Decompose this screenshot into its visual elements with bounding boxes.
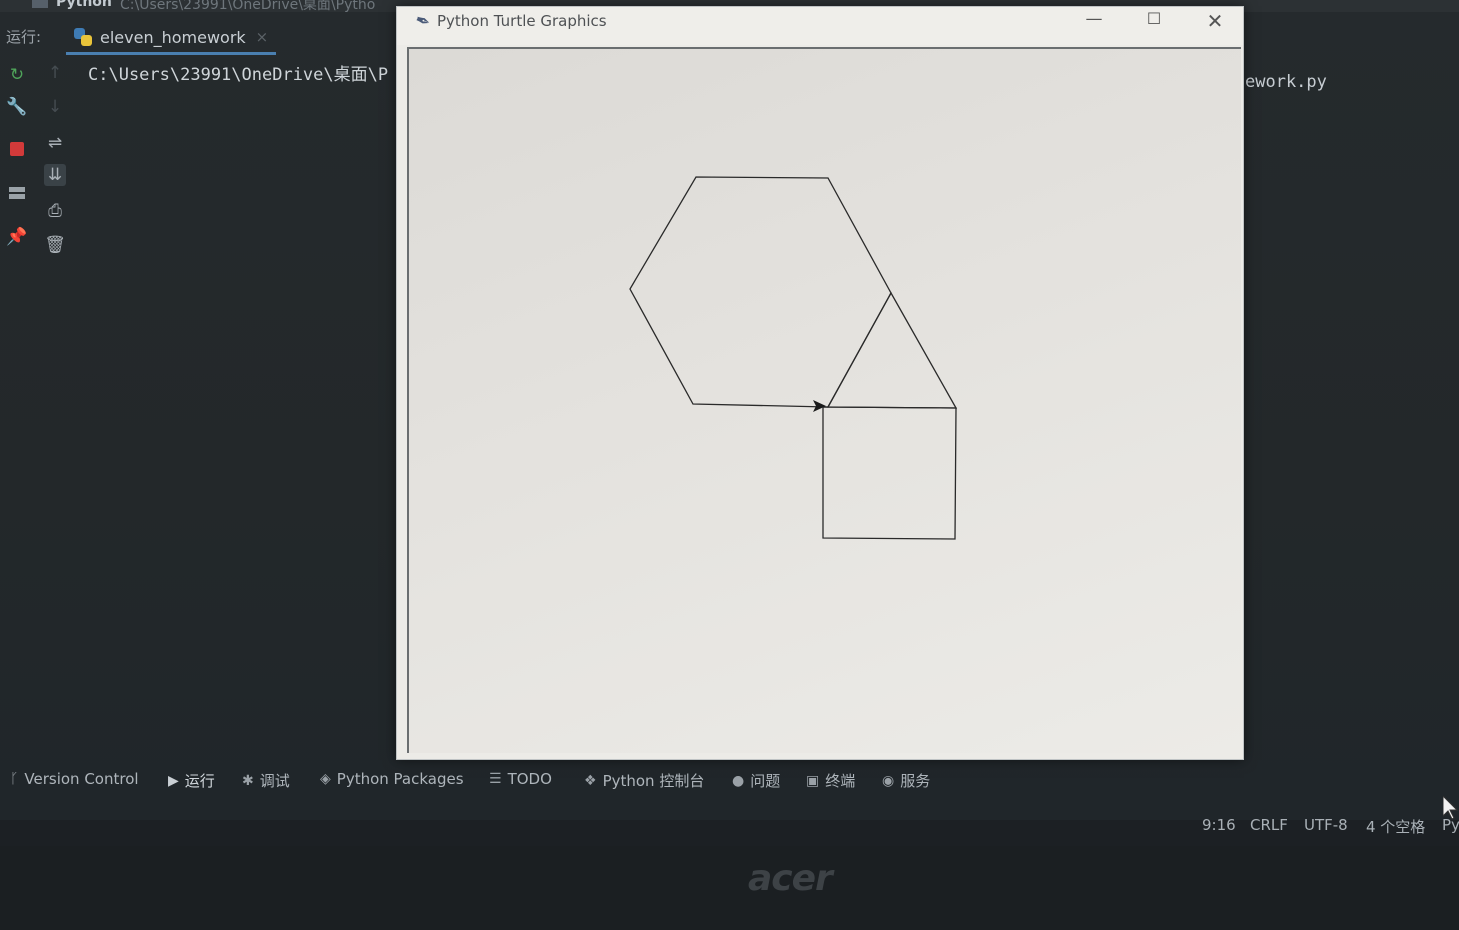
- branch-icon: ᚴ: [10, 771, 19, 787]
- tab-python-console-label: Python 控制台: [602, 772, 705, 790]
- window-icon: [32, 0, 48, 8]
- tab-debug-label: 调试: [259, 772, 290, 790]
- layout-icon[interactable]: [6, 182, 28, 204]
- tab-todo[interactable]: ☰ TODO: [489, 770, 552, 788]
- tab-run[interactable]: ▶ 运行: [168, 770, 215, 791]
- tab-problems[interactable]: ● 问题: [732, 770, 780, 791]
- tab-run-label: 运行: [184, 772, 215, 790]
- turtle-drawing: [629, 176, 958, 540]
- tab-todo-label: TODO: [507, 770, 552, 788]
- tab-python-console[interactable]: ❖ Python 控制台: [584, 770, 704, 791]
- file-encoding[interactable]: UTF-8: [1304, 816, 1348, 834]
- print-icon[interactable]: ⎙: [44, 200, 66, 222]
- run-panel-label: 运行:: [6, 28, 42, 46]
- run-tab-label: eleven_homework: [100, 27, 246, 47]
- python-console-icon: ❖: [584, 772, 597, 789]
- console-output-line: C:\Users\23991\OneDrive\桌面\P: [88, 65, 389, 85]
- down-arrow-icon[interactable]: ↓: [44, 96, 66, 118]
- trash-icon[interactable]: 🗑: [44, 234, 66, 256]
- turtle-window-title: Python Turtle Graphics: [437, 12, 607, 30]
- tab-services-label: 服务: [900, 772, 931, 790]
- soft-wrap-icon[interactable]: ⇌: [44, 132, 66, 154]
- caret-position[interactable]: 9:16: [1202, 816, 1236, 834]
- services-icon: ◉: [882, 772, 895, 789]
- ide-title-path: C:\Users\23991\OneDrive\桌面\Pytho: [120, 0, 376, 13]
- line-separator[interactable]: CRLF: [1250, 816, 1288, 834]
- feather-icon: ✒: [411, 9, 434, 34]
- run-toolbar-left: ↻ 🔧 📌: [0, 58, 34, 748]
- run-tab-eleven-homework[interactable]: eleven_homework ×: [66, 22, 277, 55]
- stop-icon[interactable]: [6, 138, 28, 160]
- tab-debug[interactable]: ✱ 调试: [242, 770, 290, 791]
- tool-window-bar: ᚴ Version Control ▶ 运行 ✱ 调试 ◈ Python Pac…: [0, 766, 1459, 806]
- turtle-cursor-arrow: [813, 400, 826, 412]
- tab-version-control-label: Version Control: [24, 770, 139, 788]
- terminal-icon: ▣: [806, 772, 820, 789]
- tab-python-packages-label: Python Packages: [336, 770, 464, 788]
- scroll-to-end-icon[interactable]: ⇊: [44, 164, 66, 186]
- indent-setting[interactable]: 4 个空格: [1366, 816, 1425, 837]
- turtle-window-titlebar[interactable]: ✒ Python Turtle Graphics — ☐ ✕: [397, 7, 1243, 45]
- tab-services[interactable]: ◉ 服务: [882, 770, 930, 791]
- laptop-bezel: acer: [0, 846, 1459, 930]
- run-icon: ▶: [168, 772, 179, 789]
- acer-logo: acer: [748, 858, 833, 899]
- hexagon-shape: [629, 176, 892, 408]
- turtle-graphics-window[interactable]: ✒ Python Turtle Graphics — ☐ ✕: [396, 6, 1244, 760]
- turtle-canvas[interactable]: [407, 47, 1241, 753]
- python-file-icon: [74, 28, 92, 46]
- minimize-button[interactable]: —: [1083, 9, 1105, 33]
- up-arrow-icon[interactable]: ↑: [44, 62, 66, 84]
- tab-version-control[interactable]: ᚴ Version Control: [10, 770, 139, 788]
- layers-icon: ◈: [320, 771, 331, 787]
- maximize-button[interactable]: ☐: [1143, 9, 1165, 33]
- wrench-icon[interactable]: 🔧: [6, 96, 28, 118]
- console-output-tail: ework.py: [1245, 72, 1327, 92]
- status-bar: 9:16 CRLF UTF-8 4 个空格 Py: [0, 806, 1459, 846]
- triangle-shape: [826, 291, 958, 409]
- tab-problems-label: 问题: [750, 772, 781, 790]
- tab-python-packages[interactable]: ◈ Python Packages: [320, 770, 464, 788]
- info-icon: ●: [732, 772, 745, 789]
- ide-app-name: Python: [56, 0, 112, 10]
- close-button[interactable]: ✕: [1203, 9, 1227, 33]
- tab-terminal[interactable]: ▣ 终端: [806, 770, 855, 791]
- list-icon: ☰: [489, 771, 502, 787]
- run-panel-header: 运行: eleven_homework ×: [0, 22, 400, 55]
- tab-terminal-label: 终端: [825, 772, 856, 790]
- bug-icon: ✱: [242, 772, 254, 789]
- square-shape: [822, 406, 957, 540]
- rerun-icon[interactable]: ↻: [6, 64, 28, 86]
- run-toolbar-right: ↑ ↓ ⇌ ⇊ ⎙ 🗑: [38, 58, 72, 748]
- pin-icon[interactable]: 📌: [6, 226, 28, 248]
- close-tab-icon[interactable]: ×: [256, 28, 269, 46]
